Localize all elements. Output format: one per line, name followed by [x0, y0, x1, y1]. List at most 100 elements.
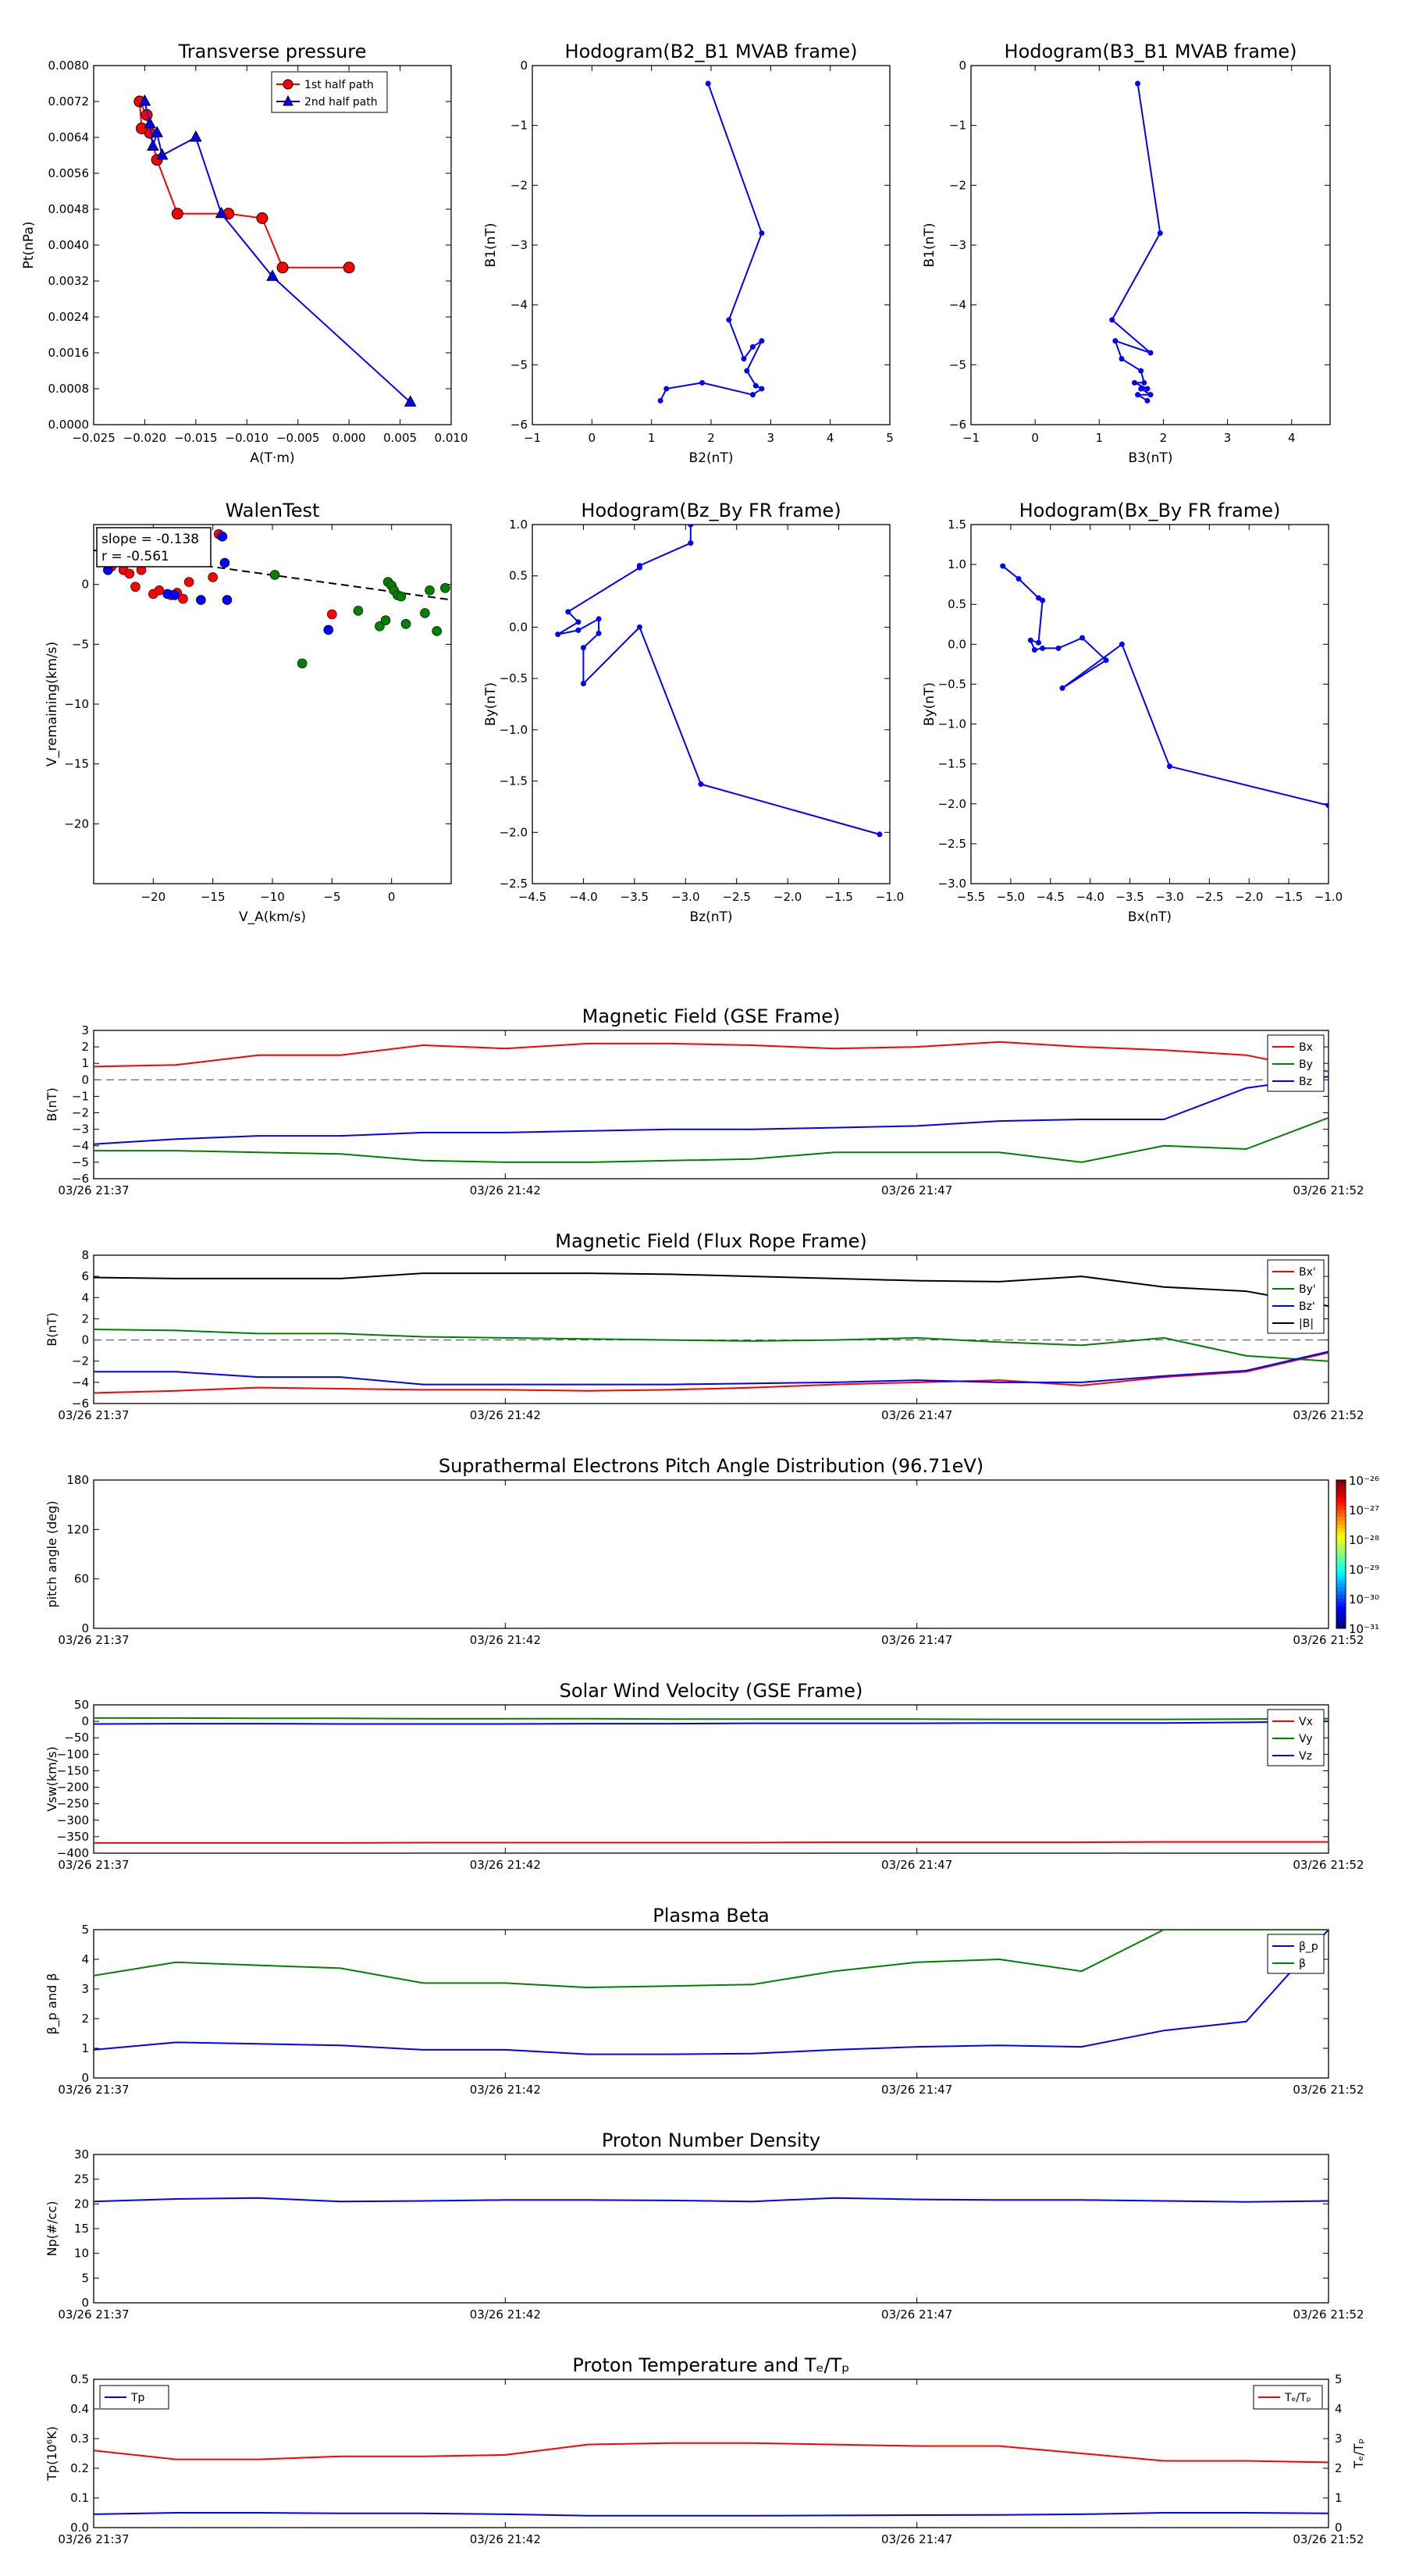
- y-tick-label: 0.0: [509, 620, 528, 634]
- colorbar-tick-label: 10⁻³¹: [1349, 1622, 1379, 1636]
- x-tick-label: 3: [1224, 431, 1232, 445]
- y-tick-label: −5: [510, 358, 528, 372]
- y-tick-label: 0: [81, 578, 89, 592]
- y-tick-label: 0.2: [70, 2461, 89, 2475]
- data-point: [1059, 685, 1065, 692]
- colorbar-segment: [1336, 1491, 1346, 1496]
- colorbar-segment: [1336, 1621, 1346, 1625]
- x-tick-label: 2: [707, 431, 715, 445]
- chart-title: Suprathermal Electrons Pitch Angle Distr…: [439, 1455, 984, 1477]
- data-point: [580, 681, 586, 687]
- legend-marker: [283, 79, 293, 90]
- y-tick-label-right: 4: [1335, 2402, 1343, 2416]
- colorbar-segment: [1336, 1587, 1346, 1592]
- data-point: [169, 590, 180, 600]
- annotation-line: r = -0.561: [101, 549, 169, 564]
- y-tick-label: 1.0: [948, 557, 966, 571]
- plot-frame: [93, 2154, 1329, 2304]
- chart-mag_gse: [93, 1030, 1329, 1179]
- x-tick-label: 5: [886, 431, 894, 445]
- y-tick-label: −1: [949, 119, 966, 133]
- legend-label: Tₑ/Tₚ: [1284, 2392, 1311, 2404]
- figure: Transverse pressure −0.025 −0.020 −0.015 −0.…: [21, 41, 1379, 2546]
- plot-frame: [93, 2379, 1329, 2528]
- y-tick-label: 8: [81, 1248, 89, 1262]
- y-tick-label: 15: [74, 2222, 89, 2236]
- legend-label: Vx: [1299, 1716, 1313, 1728]
- colorbar-segment: [1336, 1539, 1346, 1544]
- y-axis-label: Tp(10⁶K): [44, 2426, 59, 2482]
- y-axis-label: B1(nT): [922, 223, 937, 268]
- x-tick-label: −1.0: [876, 890, 904, 904]
- data-point: [688, 525, 694, 528]
- x-tick-label: −2.5: [722, 890, 750, 904]
- x-tick-label: −4.5: [1037, 890, 1065, 904]
- y-tick-label: −5: [72, 637, 89, 651]
- y-tick-label: −2.0: [938, 797, 966, 811]
- y-tick-label: 0.3: [70, 2432, 89, 2446]
- y-tick-label: −250: [57, 1797, 89, 1811]
- y-tick-label: 6: [81, 1269, 89, 1283]
- data-point: [699, 379, 706, 386]
- colorbar-segment: [1336, 1525, 1346, 1529]
- x-tick-label: 0: [589, 431, 596, 445]
- time-tick-label: 03/26 21:47: [881, 1858, 952, 1872]
- y-tick-label: −3: [72, 1123, 89, 1137]
- data-point: [1031, 646, 1037, 653]
- y-tick-label: 0.1: [70, 2491, 89, 2505]
- x-tick-label: −0.015: [174, 431, 218, 445]
- x-tick-label: −4.0: [569, 890, 597, 904]
- y-tick-label: −1.0: [938, 717, 966, 731]
- y-tick-label: 50: [74, 1698, 89, 1712]
- colorbar-segment: [1336, 1528, 1346, 1532]
- data-point: [425, 585, 435, 596]
- data-point: [636, 564, 642, 571]
- chart-hodogram_b2b1: [532, 65, 891, 425]
- y-tick-label: −4: [510, 298, 528, 312]
- data-point: [1119, 356, 1125, 362]
- legend-label: 2nd half path: [304, 96, 378, 109]
- y-tick-label: −1: [72, 1089, 89, 1103]
- chart-title: Hodogram(B2_B1 MVAB frame): [565, 41, 858, 62]
- chart-title: Proton Temperature and Tₑ/Tₚ: [572, 2354, 849, 2376]
- time-tick-label: 03/26 21:37: [58, 1408, 129, 1422]
- time-tick-label: 03/26 21:47: [881, 2307, 952, 2322]
- data-point: [726, 317, 732, 323]
- x-tick-label: −5.5: [957, 890, 985, 904]
- y-tick-label: 0.0064: [48, 130, 90, 144]
- colorbar-segment: [1336, 1617, 1346, 1621]
- y-axis-label: Vsw(km/s): [44, 1746, 59, 1811]
- y-tick-label: 25: [74, 2172, 89, 2186]
- colorbar-segment: [1336, 1532, 1346, 1536]
- data-point: [171, 208, 183, 220]
- chart-pad: [93, 1479, 1329, 1629]
- y-tick-label: 120: [66, 1522, 89, 1536]
- data-point: [1040, 645, 1046, 651]
- colorbar-segment: [1336, 1506, 1346, 1510]
- plot-frame: [970, 65, 1331, 425]
- y-tick-label: −1.0: [500, 723, 528, 737]
- y-tick-label: −1.5: [938, 757, 966, 771]
- y-axis-label: V_remaining(km/s): [44, 642, 60, 767]
- legend-label: β_p: [1299, 1941, 1318, 1953]
- x-tick-label: 1: [1096, 431, 1104, 445]
- y-tick-label: 0.0056: [48, 166, 90, 180]
- time-tick-label: 03/26 21:47: [881, 2083, 952, 2097]
- x-tick-label: −15: [201, 890, 226, 904]
- y-tick-label: −1: [510, 119, 528, 133]
- plot-frame: [93, 1929, 1329, 2079]
- plot-frame: [93, 1479, 1329, 1629]
- legend-label: Bx: [1299, 1041, 1313, 1054]
- y-tick-label: −300: [57, 1813, 89, 1827]
- colorbar-segment: [1336, 1584, 1346, 1589]
- y-tick-label: 1.5: [948, 518, 966, 532]
- y-tick-label: 0.5: [948, 597, 966, 611]
- y-tick-label: −150: [57, 1763, 89, 1777]
- y-tick-label: −4: [949, 298, 966, 312]
- y-tick-label: 0.0032: [48, 274, 90, 288]
- colorbar-segment: [1336, 1498, 1346, 1503]
- colorbar-segment: [1336, 1595, 1346, 1599]
- x-tick-label: 0: [1031, 431, 1039, 445]
- x-tick-label: −2.0: [774, 890, 802, 904]
- data-point: [440, 582, 450, 593]
